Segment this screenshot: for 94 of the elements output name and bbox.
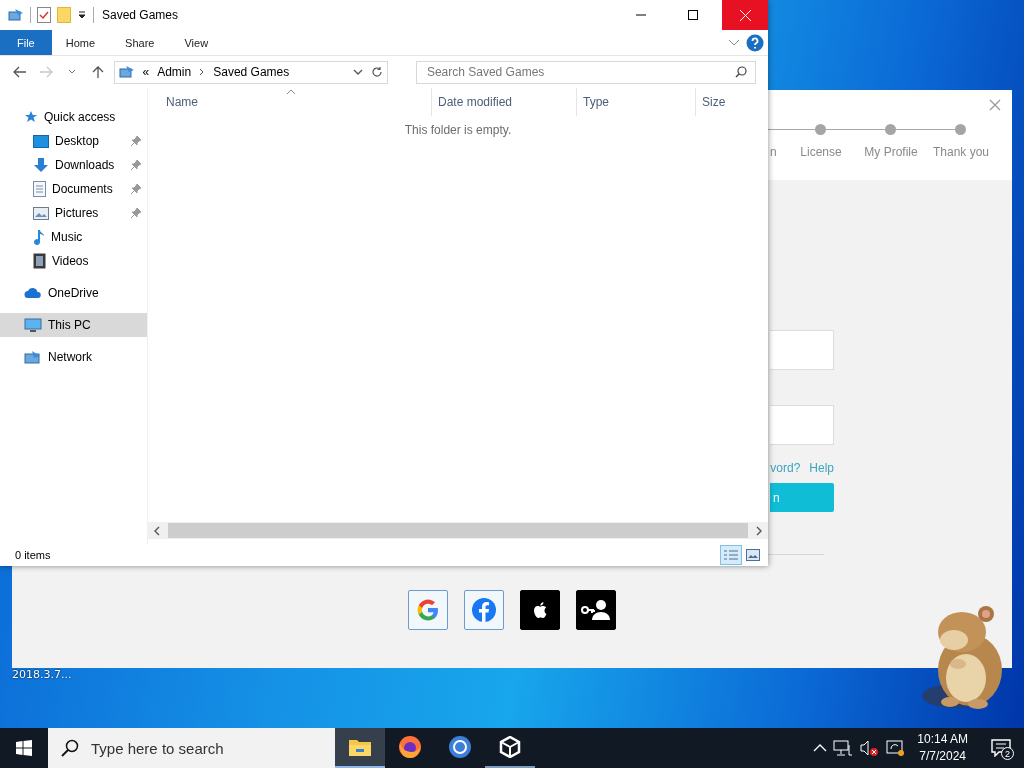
scroll-right-icon[interactable]	[754, 525, 764, 536]
nav-item[interactable]: Pictures	[0, 201, 147, 225]
nav-item[interactable]: Network	[0, 345, 147, 369]
pin-icon[interactable]	[131, 208, 141, 218]
music-note-icon	[33, 229, 45, 245]
firefox-icon	[398, 735, 422, 759]
nav-item[interactable]: Downloads	[0, 153, 147, 177]
breadcrumb[interactable]: Saved Games	[213, 65, 290, 79]
nav-item[interactable]: Music	[0, 225, 147, 249]
social-login-button[interactable]	[520, 590, 560, 630]
properties-check-icon[interactable]	[37, 7, 51, 23]
search-icon	[61, 739, 79, 757]
network-folder-icon	[118, 65, 135, 79]
up-arrow-icon	[91, 65, 104, 79]
pin-icon[interactable]	[131, 160, 141, 170]
ribbon-tab[interactable]: File	[0, 30, 52, 55]
forward-arrow-icon	[38, 66, 53, 78]
network-folder-icon	[8, 8, 24, 22]
search-box[interactable]: Search Saved Games	[415, 60, 756, 84]
notification-button[interactable]: 2	[986, 733, 1016, 763]
taskbar-search-box[interactable]: Type here to search	[48, 728, 335, 768]
monitor-icon	[24, 317, 42, 333]
cube-logo-icon	[499, 736, 521, 758]
cloud-icon	[24, 287, 42, 299]
column-header[interactable]: Size	[702, 95, 726, 109]
close-icon	[739, 9, 751, 21]
windows-logo-icon	[16, 740, 32, 756]
help-icon[interactable]	[746, 33, 764, 52]
clock[interactable]: 10:14 AM 7/7/2024	[917, 731, 968, 765]
facebook-logo-icon	[470, 596, 498, 624]
message-icon	[991, 739, 1011, 757]
key-user-icon	[581, 599, 611, 621]
column-header[interactable]: Name	[166, 95, 198, 109]
back-arrow-icon	[12, 66, 27, 78]
speaker-muted-icon[interactable]	[859, 739, 880, 757]
browser-ring-icon	[448, 735, 472, 759]
nav-item[interactable]: Documents	[0, 177, 147, 201]
column-header[interactable]: Date modified	[438, 95, 513, 109]
search-icon[interactable]	[734, 66, 747, 78]
desktop-icon	[33, 134, 49, 148]
apple-logo-icon	[533, 602, 547, 618]
folder-icon	[348, 737, 372, 757]
dropdown-caret-icon[interactable]	[352, 68, 363, 76]
nav-item[interactable]: OneDrive	[0, 281, 147, 305]
step-label: My Profile	[863, 145, 918, 159]
social-login-button[interactable]	[576, 590, 616, 630]
refresh-icon[interactable]	[370, 66, 383, 78]
clock-date: 7/7/2024	[919, 748, 966, 765]
horizontal-scrollbar[interactable]	[148, 522, 768, 539]
sort-caret-icon	[286, 89, 296, 95]
pin-icon[interactable]	[131, 184, 141, 194]
maximize-icon	[688, 10, 698, 20]
star-icon	[24, 110, 38, 124]
display-badge-icon[interactable]	[885, 739, 906, 757]
step-label: License	[799, 145, 842, 159]
ribbon-tab[interactable]: Share	[111, 30, 169, 55]
image-icon	[746, 549, 760, 561]
network-icon	[24, 349, 42, 365]
taskbar-app-button[interactable]	[335, 728, 385, 768]
empty-folder-message: This folder is empty.	[404, 123, 512, 137]
address-bar[interactable]: « Admin Saved Games	[113, 60, 388, 84]
clock-time: 10:14 AM	[917, 731, 968, 748]
chevron-up-icon[interactable]	[813, 743, 828, 753]
window-title: Saved Games	[102, 8, 180, 22]
notification-count: 2	[1001, 747, 1014, 760]
breadcrumb-overflow[interactable]: «	[142, 65, 150, 79]
ribbon-tab[interactable]: Home	[51, 30, 110, 55]
close-icon[interactable]	[988, 98, 1002, 112]
ribbon-tab[interactable]: View	[170, 30, 223, 55]
expand-ribbon-icon[interactable]	[728, 38, 740, 47]
input-field[interactable]	[770, 405, 834, 445]
pin-icon[interactable]	[131, 136, 141, 146]
list-icon	[723, 549, 739, 561]
caret-icon	[67, 69, 76, 75]
input-field[interactable]	[770, 330, 834, 370]
desktop-icon-label[interactable]: 2018.3.7...	[12, 668, 72, 681]
dropdown-caret-icon[interactable]	[77, 10, 87, 20]
document-icon	[33, 181, 46, 197]
chevron-right-icon[interactable]	[199, 68, 206, 76]
nav-item[interactable]: Videos	[0, 249, 147, 273]
item-count: 0 items	[15, 549, 52, 561]
step-label: Thank you	[931, 145, 989, 159]
network-monitor-icon[interactable]	[833, 739, 854, 757]
nav-item[interactable]: This PC	[0, 313, 147, 337]
nav-item[interactable]: Quick access	[0, 105, 147, 129]
scroll-left-icon[interactable]	[152, 525, 162, 536]
breadcrumb[interactable]: Admin	[157, 65, 192, 79]
column-header[interactable]: Type	[583, 95, 609, 109]
download-icon	[33, 157, 49, 173]
nav-item[interactable]: Desktop	[0, 129, 147, 153]
step-label: n	[769, 145, 777, 159]
film-icon	[33, 253, 46, 269]
image-icon	[33, 206, 49, 220]
taskbar-search-field[interactable]: Type here to search	[89, 738, 335, 758]
